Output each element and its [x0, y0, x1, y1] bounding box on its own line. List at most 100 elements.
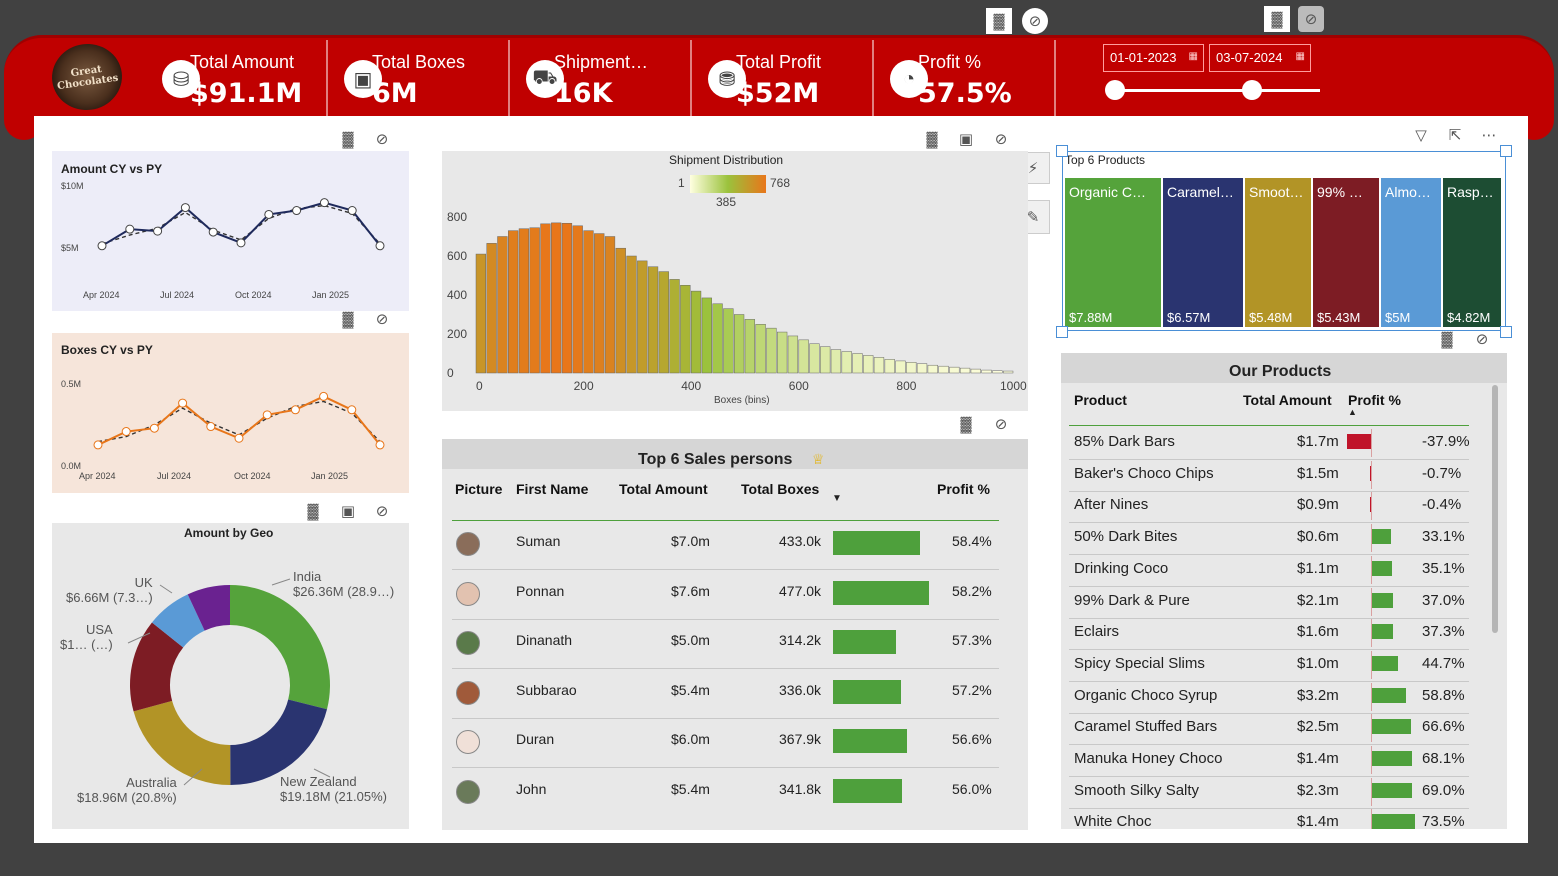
histogram-bar[interactable] — [486, 243, 497, 374]
products-col-header[interactable]: Total Amount — [1243, 392, 1332, 408]
histogram-bar[interactable] — [561, 222, 573, 374]
histogram-bar[interactable] — [508, 230, 519, 374]
more-options-icon[interactable]: ⋯ — [1476, 122, 1502, 148]
histogram-bar[interactable] — [916, 363, 928, 374]
treemap-cell-1[interactable]: Caramel… $6.57M — [1163, 178, 1243, 327]
histogram-bar[interactable] — [852, 353, 863, 374]
prohibit-icon[interactable]: ⊘ — [1022, 8, 1048, 34]
cy-point[interactable] — [347, 405, 357, 415]
date-slider-start-handle[interactable] — [1105, 80, 1125, 100]
histogram-bar[interactable] — [594, 233, 605, 374]
donut-slice-new-zealand[interactable] — [230, 699, 328, 785]
sort-asc-icon[interactable]: ▲ — [1348, 407, 1357, 417]
treemap-cell-0[interactable]: Organic C… $7.88M — [1065, 178, 1161, 327]
histogram-bar[interactable] — [658, 271, 669, 374]
focus-mode-icon[interactable]: ⇱ — [1442, 122, 1468, 148]
resize-handle[interactable] — [1056, 326, 1068, 338]
cy-point[interactable] — [234, 433, 244, 443]
histogram-bar[interactable] — [1002, 370, 1014, 374]
cy-point[interactable] — [125, 224, 135, 234]
cy-point[interactable] — [375, 241, 385, 251]
histogram-bar[interactable] — [497, 236, 508, 374]
histogram-bar[interactable] — [777, 331, 788, 374]
histogram-bar[interactable] — [884, 359, 895, 374]
histogram-bar[interactable] — [830, 349, 842, 374]
sales-col-header[interactable]: Total Boxes — [741, 481, 819, 497]
histogram-bar[interactable] — [647, 266, 659, 374]
donut-slice-australia[interactable] — [133, 700, 231, 785]
treemap-cell-5[interactable]: Rasp… $4.82M — [1443, 178, 1501, 327]
cy-point[interactable] — [93, 440, 103, 450]
histogram-bar[interactable] — [604, 236, 616, 374]
histogram-bar[interactable] — [949, 366, 960, 374]
histogram-bar[interactable] — [959, 367, 971, 374]
histogram-bar[interactable] — [669, 279, 680, 374]
cy-point[interactable] — [97, 241, 107, 251]
filter-icon[interactable]: ▽ — [1408, 122, 1434, 148]
prohibit-icon[interactable]: ⊘ — [988, 126, 1014, 152]
sales-col-header[interactable]: Total Amount — [619, 481, 708, 497]
boxes-line-chart[interactable]: 0.5M 0.0MApr 2024 Jul 2024 Oct 2024 Jan 2025 — [52, 333, 409, 493]
cy-point[interactable] — [208, 227, 218, 237]
histogram-bar[interactable] — [927, 364, 938, 374]
histogram-bar[interactable] — [529, 227, 540, 374]
cy-point[interactable] — [149, 423, 159, 433]
cy-point[interactable] — [178, 398, 188, 408]
histogram-bar[interactable] — [809, 343, 820, 374]
visual-type-icon[interactable]: ▓ — [986, 8, 1012, 34]
amount-line-chart[interactable]: $10M $5M Apr 2024 Jul 2024 Oct 2024 Jan 2025 — [52, 151, 409, 311]
histogram-bar[interactable] — [895, 360, 906, 374]
prohibit-icon[interactable]: ⊘ — [369, 498, 395, 524]
histogram-bar[interactable] — [626, 255, 637, 374]
visual-type-icon[interactable]: ▓ — [300, 498, 326, 524]
histogram-bar[interactable] — [712, 303, 723, 374]
treemap-cell-4[interactable]: Almo… $5M — [1381, 178, 1441, 327]
histogram-bar[interactable] — [820, 346, 831, 374]
scrollbar[interactable] — [1492, 385, 1498, 633]
date-from-input[interactable]: 01-01-2023 ▦ — [1103, 44, 1204, 72]
histogram-bar[interactable] — [615, 247, 626, 374]
cy-point[interactable] — [290, 405, 300, 415]
histogram-bar[interactable] — [992, 370, 1003, 374]
cy-point[interactable] — [319, 391, 329, 401]
histogram-bar[interactable] — [970, 368, 981, 374]
histogram-bar[interactable] — [723, 308, 734, 374]
histogram-bar[interactable] — [680, 285, 691, 374]
prohibit-icon[interactable]: ⊘ — [369, 126, 395, 152]
histogram-bar[interactable] — [938, 365, 949, 374]
histogram-bar[interactable] — [787, 335, 799, 374]
histogram-bar[interactable] — [572, 225, 583, 374]
cy-point[interactable] — [206, 422, 216, 432]
histogram-bar[interactable] — [981, 369, 992, 374]
histogram-bar[interactable] — [906, 362, 917, 374]
cy-point[interactable] — [121, 427, 131, 437]
histogram-bar[interactable] — [551, 222, 562, 374]
histogram-bar[interactable] — [733, 314, 745, 374]
date-slider-end-handle[interactable] — [1242, 80, 1262, 100]
histogram-bar[interactable] — [798, 339, 809, 374]
cy-point[interactable] — [180, 203, 190, 213]
prohibit-icon-2[interactable]: ⊘ — [1298, 6, 1324, 32]
cy-point[interactable] — [153, 226, 163, 236]
date-slider-track[interactable] — [1112, 89, 1320, 92]
resize-handle[interactable] — [1500, 326, 1512, 338]
histogram-bar[interactable] — [475, 253, 487, 374]
resize-handle[interactable] — [1056, 145, 1068, 157]
sales-col-header[interactable]: First Name — [516, 481, 588, 497]
treemap-cell-2[interactable]: Smoot… $5.48M — [1245, 178, 1311, 327]
histogram-bar[interactable] — [873, 357, 885, 374]
treemap-cell-3[interactable]: 99% … $5.43M — [1313, 178, 1379, 327]
histogram-bar[interactable] — [841, 351, 852, 374]
cy-point[interactable] — [292, 206, 302, 216]
date-to-input[interactable]: 03-07-2024 ▦ — [1209, 44, 1311, 72]
histogram-bar[interactable] — [583, 230, 594, 374]
cy-point[interactable] — [236, 238, 246, 248]
products-col-header[interactable]: Profit % — [1348, 392, 1401, 408]
histogram-bar[interactable] — [755, 324, 766, 374]
sales-col-header[interactable]: Picture — [455, 481, 502, 497]
cy-point[interactable] — [347, 206, 357, 216]
bar-chart-icon[interactable]: ▣ — [335, 498, 361, 524]
visual-type-icon-2[interactable]: ▓ — [1264, 6, 1290, 32]
histogram-bar[interactable] — [744, 319, 756, 374]
histogram-bar[interactable] — [766, 327, 777, 374]
